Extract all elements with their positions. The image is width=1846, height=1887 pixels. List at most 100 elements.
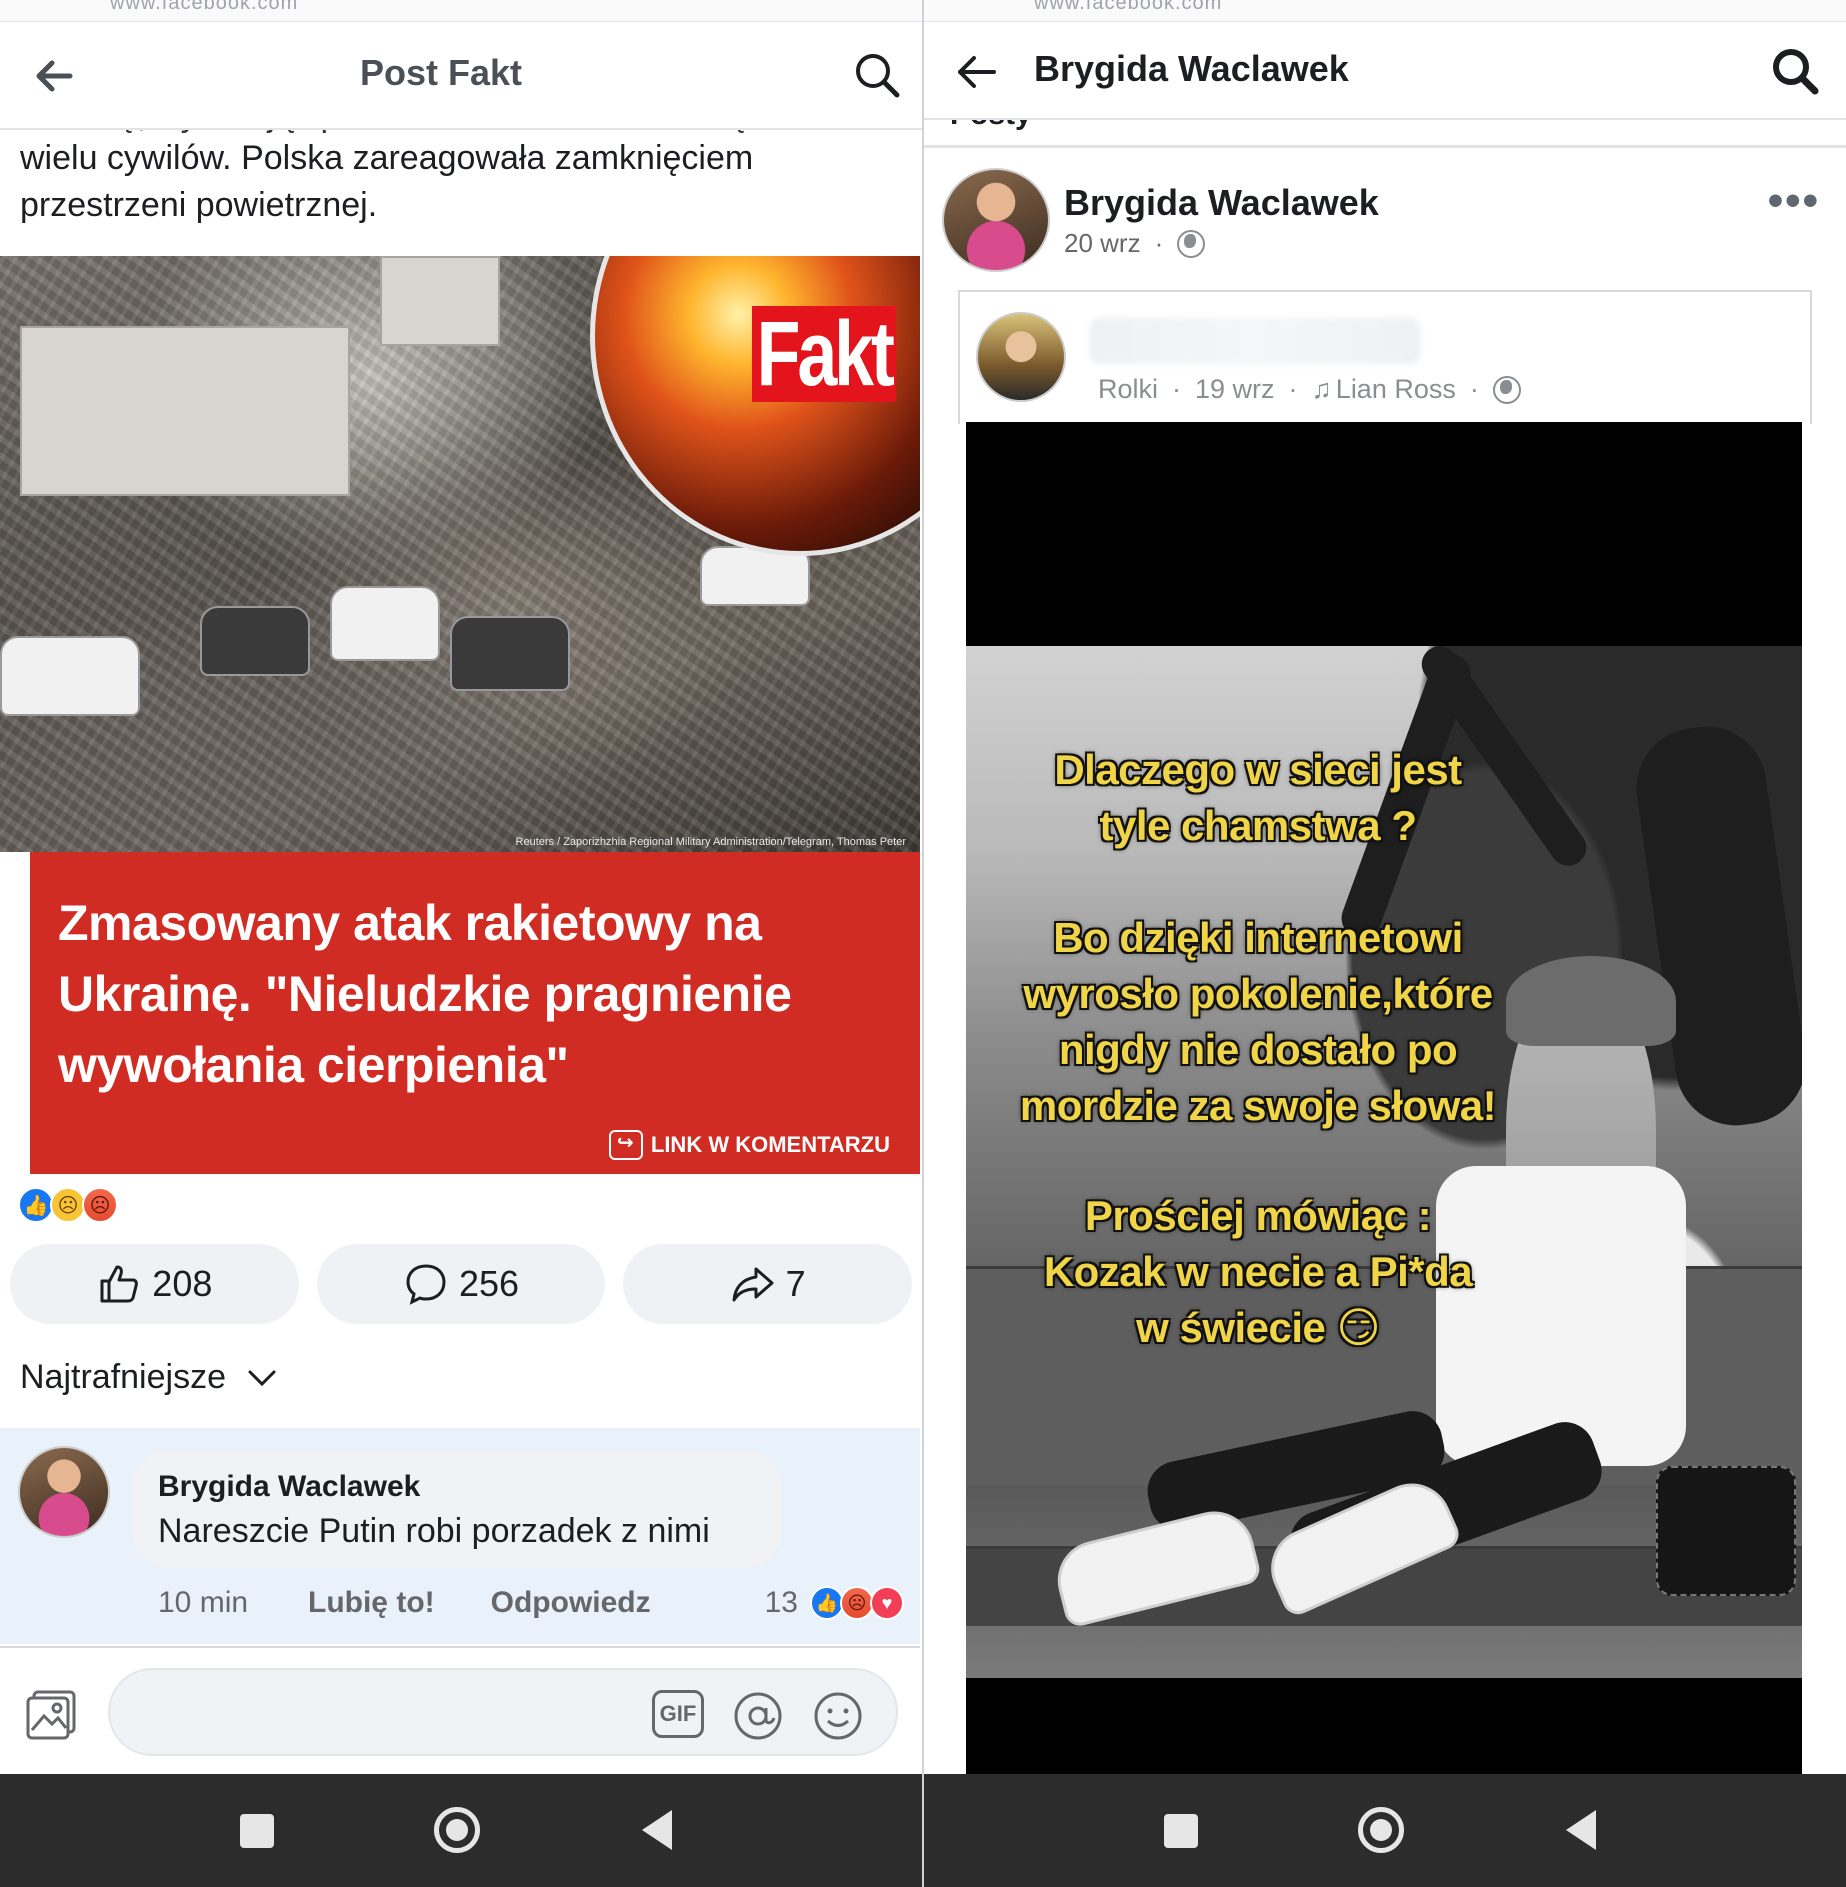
meme-line: nigdy nie dostało po <box>1058 1026 1458 1073</box>
banner-link-label: LINK W KOMENTARZU <box>650 1132 890 1157</box>
gif-icon[interactable]: GIF <box>652 1690 704 1738</box>
emoji-icon[interactable] <box>810 1688 866 1744</box>
avatar[interactable] <box>18 1446 110 1538</box>
meme-line: mordzie za swoje słowa! <box>1019 1082 1497 1129</box>
comment-link-icon <box>608 1130 643 1160</box>
profile-name-title: Brygida Waclawek <box>1034 48 1349 89</box>
right-screenshot: www.facebook.com Posty Brygida Waclawek … <box>924 0 1846 1887</box>
page-title: Post Fakt <box>360 52 523 93</box>
shared-meta: Rolki · 19 wrz · ♫ Lian Ross · <box>1098 374 1521 405</box>
comment-author[interactable]: Brygida Waclawek <box>158 1470 756 1504</box>
banner-link: LINK W KOMENTARZU <box>608 1130 890 1160</box>
comment-like-link[interactable]: Lubię to! <box>308 1586 435 1620</box>
comment-sort-dropdown[interactable]: Najtrafniejsze <box>20 1358 278 1397</box>
dot-separator: · <box>1288 374 1298 404</box>
dot-separator: · <box>1469 374 1479 404</box>
recents-icon[interactable] <box>240 1814 274 1848</box>
globe-icon <box>1177 229 1206 258</box>
comment-reply-link[interactable]: Odpowiedz <box>491 1586 651 1620</box>
post-meta: 20 wrz · <box>1064 228 1206 259</box>
music-note-icon: ♫ <box>1311 374 1332 404</box>
angry-reaction-icon: ☹ <box>840 1586 874 1620</box>
car <box>450 616 570 691</box>
section-separator <box>924 145 1846 148</box>
heart-reaction-icon: ♥ <box>870 1586 904 1620</box>
meme-line: tyle chamstwa ? <box>1099 802 1417 849</box>
share-count: 7 <box>785 1263 806 1304</box>
comment-composer: GIF <box>0 1646 920 1774</box>
dot-separator: · <box>1154 228 1164 258</box>
handbag <box>1656 1466 1796 1596</box>
meme-text-block: Bo dzięki internetowi wyrosło pokolenie,… <box>978 910 1538 1134</box>
car <box>200 606 310 676</box>
left-screenshot: www.facebook.com Ukrainę, wywołując powa… <box>0 0 922 1887</box>
meme-line: w świecie 😏 <box>1136 1304 1380 1351</box>
damaged-building <box>20 326 350 496</box>
comment-reactions[interactable]: 👍 ☹ ♥ <box>810 1586 904 1620</box>
photo-credit: Reuters / Zaporizhzhia Regional Military… <box>515 836 906 848</box>
angry-reaction-icon: ☹ <box>82 1187 118 1223</box>
like-count: 208 <box>152 1263 213 1304</box>
post-author[interactable]: Brygida Waclawek <box>1064 182 1379 224</box>
news-photo[interactable]: Fakt Reuters / Zaporizhzhia Regional Mil… <box>0 256 920 852</box>
recents-icon[interactable] <box>1164 1814 1198 1848</box>
comment: Brygida Waclawek Nareszcie Putin robi po… <box>0 1428 920 1644</box>
url-strip: www.facebook.com <box>0 0 922 22</box>
tree-trunk <box>1628 718 1802 1134</box>
post-header: Post Fakt <box>0 22 922 130</box>
car <box>330 586 440 661</box>
back-arrow-icon[interactable] <box>30 52 78 100</box>
like-reaction-icon: 👍 <box>810 1586 844 1620</box>
car <box>0 636 140 716</box>
android-nav-bar <box>0 1774 922 1887</box>
shared-reel-card[interactable]: Rolki · 19 wrz · ♫ Lian Ross · <box>958 290 1812 424</box>
meme-text-block: Prościej mówiąc : Kozak w necie a Pi*da … <box>978 1188 1538 1356</box>
meme-line: Bo dzięki internetowi <box>1053 914 1463 961</box>
comment-text: Nareszcie Putin robi porzadek z nimi <box>158 1512 710 1550</box>
dot-separator: · <box>1172 374 1182 404</box>
sad-reaction-icon: ☹ <box>50 1187 86 1223</box>
search-icon[interactable] <box>852 50 902 100</box>
reel-video[interactable]: Dlaczego w sieci jest tyle chamstwa ? Bo… <box>966 422 1802 1774</box>
blurred-name <box>1090 318 1420 364</box>
back-arrow-icon[interactable] <box>952 48 1000 96</box>
back-icon[interactable] <box>642 1810 672 1850</box>
mention-icon[interactable] <box>730 1688 786 1744</box>
avatar[interactable] <box>942 168 1050 272</box>
headline-banner[interactable]: Zmasowany atak rakietowy na Ukrainę. "Ni… <box>30 852 920 1174</box>
home-icon[interactable] <box>434 1807 480 1853</box>
globe-icon <box>1492 375 1521 404</box>
photo-icon[interactable] <box>24 1686 80 1742</box>
comment-count: 256 <box>458 1263 520 1304</box>
post-text-line: przestrzeni powietrznej. <box>20 186 378 224</box>
fakt-logo: Fakt <box>752 306 897 402</box>
banner-headline: Zmasowany atak rakietowy na Ukrainę. "Ni… <box>58 895 792 1093</box>
comment-bubble[interactable]: Brygida Waclawek Nareszcie Putin robi po… <box>132 1450 782 1568</box>
like-reaction-icon: 👍 <box>18 1187 54 1223</box>
more-options-icon[interactable]: ••• <box>1768 176 1820 226</box>
home-icon[interactable] <box>1358 1807 1404 1853</box>
meme-line: Kozak w necie a Pi*da <box>1043 1248 1473 1295</box>
music-artist[interactable]: Lian Ross <box>1336 374 1456 405</box>
profile-header: Brygida Waclawek <box>924 22 1846 120</box>
reactions-summary[interactable]: 👍 ☹ ☹ <box>18 1187 118 1223</box>
url-remnant: www.facebook.com <box>1034 0 1223 14</box>
url-remnant: www.facebook.com <box>110 0 299 14</box>
meme-text-block: Dlaczego w sieci jest tyle chamstwa ? <box>978 742 1538 854</box>
android-nav-bar <box>924 1774 1846 1887</box>
search-icon[interactable] <box>1770 46 1820 96</box>
reel-type: Rolki <box>1098 374 1159 404</box>
comment-button[interactable]: 256 <box>316 1244 606 1324</box>
action-bar: 208 256 7 <box>10 1244 913 1324</box>
back-icon[interactable] <box>1566 1810 1596 1850</box>
comment-meta: 10 min Lubię to! Odpowiedz 13 👍 ☹ ♥ <box>158 1586 904 1620</box>
sort-label: Najtrafniejsze <box>20 1358 226 1396</box>
meme-line: wyrosło pokolenie,które <box>1023 970 1493 1017</box>
avatar[interactable] <box>976 312 1066 402</box>
share-button[interactable]: 7 <box>623 1244 913 1324</box>
post-date[interactable]: 20 wrz <box>1064 228 1141 259</box>
chevron-down-icon <box>248 1370 276 1386</box>
thumbs-up-icon <box>100 1265 139 1303</box>
like-button[interactable]: 208 <box>10 1244 299 1324</box>
comment-input[interactable]: GIF <box>108 1668 898 1756</box>
